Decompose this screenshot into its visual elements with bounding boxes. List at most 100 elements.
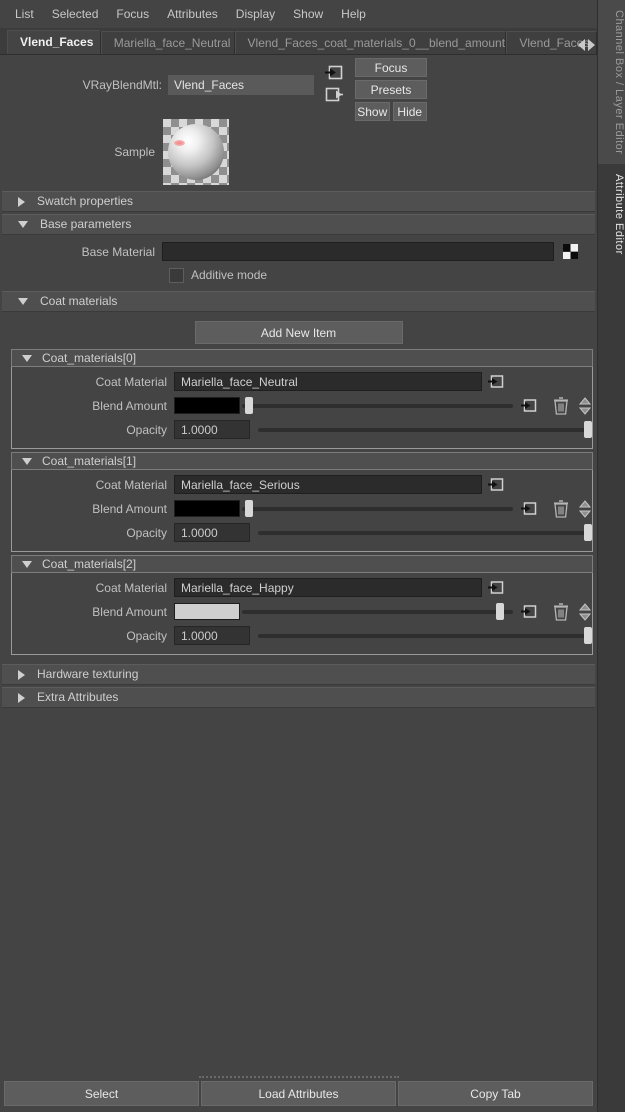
tab-mariella-face-neutral[interactable]: Mariella_face_Neutral (100, 31, 235, 54)
tab-vlend-faces-coat-materials-0-blend-amountr[interactable]: Vlend_Faces_coat_materials_0__blend_amou… (234, 31, 507, 54)
connect-map-icon[interactable] (488, 374, 504, 389)
checker-map-icon[interactable] (563, 244, 578, 259)
base-material-label: Base Material (81, 244, 155, 259)
attribute-scroll-area[interactable]: Swatch properties Base parameters Base M… (0, 191, 597, 1072)
resize-dots-icon (198, 1075, 399, 1078)
copy-tab-button[interactable]: Copy Tab (398, 1081, 593, 1106)
opacity-label: Opacity (126, 628, 167, 643)
node-name-input[interactable]: Vlend_Faces (168, 75, 314, 95)
blend-amount-label: Blend Amount (92, 604, 167, 619)
right-dock: Channel Box / Layer Editor Attribute Edi… (598, 0, 625, 1112)
tab-scroll-controls (578, 39, 595, 51)
go-to-input-connection-icon[interactable] (325, 65, 343, 80)
dock-tab-channel-box-layer-editor[interactable]: Channel Box / Layer Editor (598, 0, 625, 165)
opacity-input[interactable]: 1.0000 (174, 626, 250, 645)
section-header-swatch-properties[interactable]: Swatch properties (2, 191, 595, 212)
trash-icon[interactable] (553, 602, 569, 621)
section-title-swatch-properties: Swatch properties (37, 194, 134, 208)
blend-amount-color-swatch[interactable] (174, 397, 240, 414)
node-button-column: Focus Presets Show Hide (355, 58, 427, 121)
opacity-row: Opacity 1.0000 (12, 625, 592, 646)
go-to-output-connection-icon[interactable] (325, 87, 343, 102)
section-header-extra-attributes[interactable]: Extra Attributes (2, 687, 595, 708)
coat-material-item-2-header[interactable]: Coat_materials[2] (11, 555, 593, 573)
up-down-arrows-icon[interactable] (578, 602, 592, 622)
node-tab-strip: Vlend_Faces Mariella_face_Neutral Vlend_… (0, 28, 597, 55)
opacity-slider-handle[interactable] (584, 421, 592, 438)
up-down-arrows-icon[interactable] (578, 499, 592, 519)
connect-map-icon[interactable] (521, 604, 537, 619)
blend-amount-color-swatch[interactable] (174, 500, 240, 517)
menu-item-show[interactable]: Show (284, 3, 332, 25)
coat-material-input[interactable]: Mariella_face_Happy (174, 578, 482, 597)
panel-resize-handle[interactable] (0, 1072, 597, 1081)
opacity-slider-handle[interactable] (584, 627, 592, 644)
attribute-editor-window: List Selected Focus Attributes Display S… (0, 0, 625, 1112)
section-header-coat-materials[interactable]: Coat materials (2, 291, 595, 312)
opacity-label: Opacity (126, 422, 167, 437)
opacity-row: Opacity 1.0000 (12, 419, 592, 440)
footer-bar: Select Load Attributes Copy Tab (0, 1072, 597, 1112)
select-button[interactable]: Select (4, 1081, 199, 1106)
blend-amount-slider[interactable] (240, 396, 515, 415)
coat-material-row: Coat Material Mariella_face_Serious (12, 474, 592, 495)
opacity-slider-handle[interactable] (584, 524, 592, 541)
opacity-slider[interactable] (256, 523, 592, 542)
dock-tab-attribute-editor[interactable]: Attribute Editor (598, 164, 625, 266)
sample-sphere (168, 124, 224, 180)
connect-map-icon[interactable] (521, 398, 537, 413)
coat-material-input[interactable]: Mariella_face_Neutral (174, 372, 482, 391)
section-header-hardware-texturing[interactable]: Hardware texturing (2, 664, 595, 685)
blend-amount-slider-track (242, 506, 513, 511)
opacity-input[interactable]: 1.0000 (174, 523, 250, 542)
menu-item-list[interactable]: List (6, 3, 43, 25)
coat-material-item-1-header[interactable]: Coat_materials[1] (11, 452, 593, 470)
menu-item-selected[interactable]: Selected (43, 3, 108, 25)
connect-map-icon[interactable] (488, 580, 504, 595)
opacity-input[interactable]: 1.0000 (174, 420, 250, 439)
sample-specular-highlight (174, 140, 185, 146)
connect-map-icon[interactable] (521, 501, 537, 516)
coat-material-item-1-body: Coat Material Mariella_face_Serious Blen… (11, 470, 593, 552)
chevron-down-icon (18, 298, 28, 305)
coat-material-item-2-title: Coat_materials[2] (42, 557, 137, 571)
additive-mode-label: Additive mode (191, 268, 268, 282)
blend-amount-slider[interactable] (240, 499, 515, 518)
coat-material-item-0: Coat_materials[0] Coat Material Mariella… (11, 349, 593, 449)
menu-item-focus[interactable]: Focus (107, 3, 158, 25)
opacity-slider[interactable] (256, 420, 592, 439)
chevron-down-icon (18, 221, 28, 228)
load-attributes-button[interactable]: Load Attributes (201, 1081, 396, 1106)
coat-material-item-2-body: Coat Material Mariella_face_Happy Blend … (11, 573, 593, 655)
section-header-base-parameters[interactable]: Base parameters (2, 214, 595, 235)
additive-mode-checkbox[interactable] (169, 267, 184, 283)
blend-amount-color-swatch[interactable] (174, 603, 240, 620)
blend-amount-label: Blend Amount (92, 501, 167, 516)
base-material-input[interactable] (162, 242, 554, 261)
material-sample-swatch[interactable] (163, 119, 229, 185)
focus-button[interactable]: Focus (355, 58, 427, 77)
coat-material-item-0-header[interactable]: Coat_materials[0] (11, 349, 593, 367)
menu-item-attributes[interactable]: Attributes (158, 3, 227, 25)
trash-icon[interactable] (553, 396, 569, 415)
up-down-arrows-icon[interactable] (578, 396, 592, 416)
presets-button[interactable]: Presets (355, 80, 427, 99)
section-title-coat-materials: Coat materials (40, 294, 118, 308)
connect-map-icon[interactable] (488, 477, 504, 492)
tab-vlend-faces[interactable]: Vlend_Faces (7, 30, 101, 54)
trash-icon[interactable] (553, 499, 569, 518)
opacity-slider[interactable] (256, 626, 592, 645)
coat-material-item-1: Coat_materials[1] Coat Material Mariella… (11, 452, 593, 552)
section-body-coat-materials: Add New Item Coat_materials[0] Coat Mate… (0, 314, 597, 664)
add-new-item-button[interactable]: Add New Item (194, 321, 403, 344)
menu-item-display[interactable]: Display (227, 3, 284, 25)
blend-amount-slider-handle[interactable] (496, 603, 505, 620)
node-type-label: VRayBlendMtl: (82, 78, 162, 92)
blend-amount-slider[interactable] (240, 602, 515, 621)
arrow-left-icon[interactable] (578, 39, 585, 51)
blend-amount-slider-handle[interactable] (245, 500, 254, 517)
coat-material-input[interactable]: Mariella_face_Serious (174, 475, 482, 494)
menu-item-help[interactable]: Help (332, 3, 375, 25)
blend-amount-slider-handle[interactable] (245, 397, 254, 414)
arrow-right-icon[interactable] (588, 39, 595, 51)
